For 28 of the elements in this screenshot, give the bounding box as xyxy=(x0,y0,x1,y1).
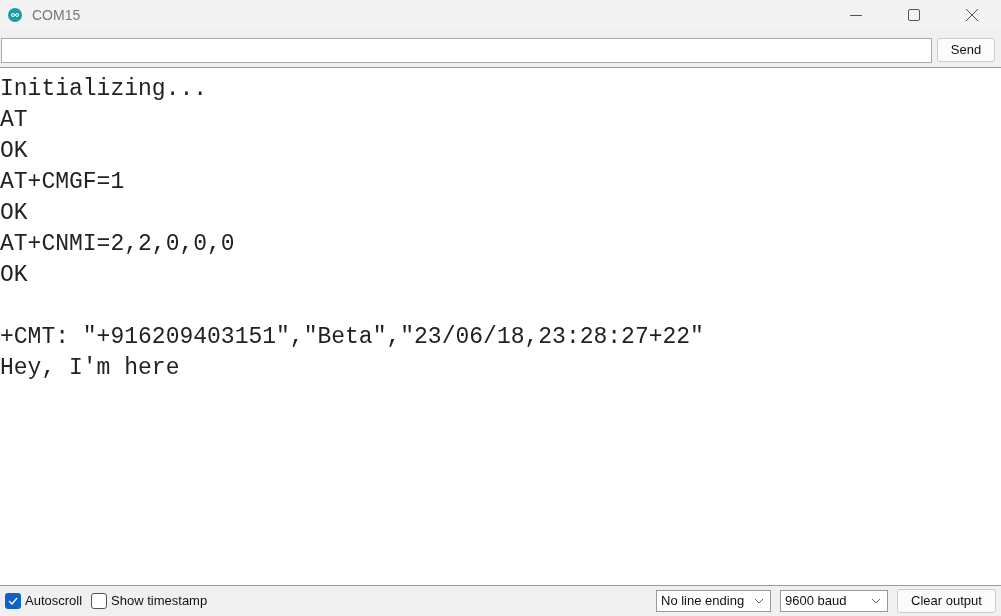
message-input-field[interactable] xyxy=(1,37,932,63)
output-line: OK xyxy=(0,261,28,290)
checkbox-label: Show timestamp xyxy=(111,592,208,611)
dropdown-value: 9600 baud xyxy=(785,592,847,611)
checkmark-icon xyxy=(8,597,18,605)
output-line: AT+CNMI=2,2,0,0,0 xyxy=(0,230,235,259)
chevron-down-icon xyxy=(754,598,764,604)
output-line: OK xyxy=(0,199,28,228)
output-line: AT+CMGF=1 xyxy=(0,168,125,197)
output-line: Hey, I'm here xyxy=(0,354,180,383)
dropdown-value: No line ending xyxy=(661,592,745,611)
line-ending-dropdown[interactable]: No line ending xyxy=(656,590,771,612)
output-line: AT xyxy=(0,106,28,135)
checkbox-label: Autoscroll xyxy=(25,592,83,611)
maximize-icon xyxy=(908,9,920,21)
app-logo-icon xyxy=(8,8,22,22)
checkbox[interactable] xyxy=(5,593,21,609)
send-button[interactable]: Send xyxy=(937,38,995,62)
chevron-down-icon xyxy=(871,598,881,604)
output-line: OK xyxy=(0,137,28,166)
close-icon xyxy=(966,9,978,21)
output-line: Initializing... xyxy=(0,75,208,104)
output-line: +CMT: "+916209403151","Beta","23/06/18,23:28:27+22" xyxy=(0,323,704,352)
minimize-icon xyxy=(850,14,862,16)
window-title: COM15 xyxy=(32,5,81,25)
baud-rate-dropdown[interactable]: 9600 baud xyxy=(780,590,888,612)
checkbox[interactable] xyxy=(91,593,108,609)
clear-output-button[interactable]: Clear output xyxy=(897,589,996,613)
